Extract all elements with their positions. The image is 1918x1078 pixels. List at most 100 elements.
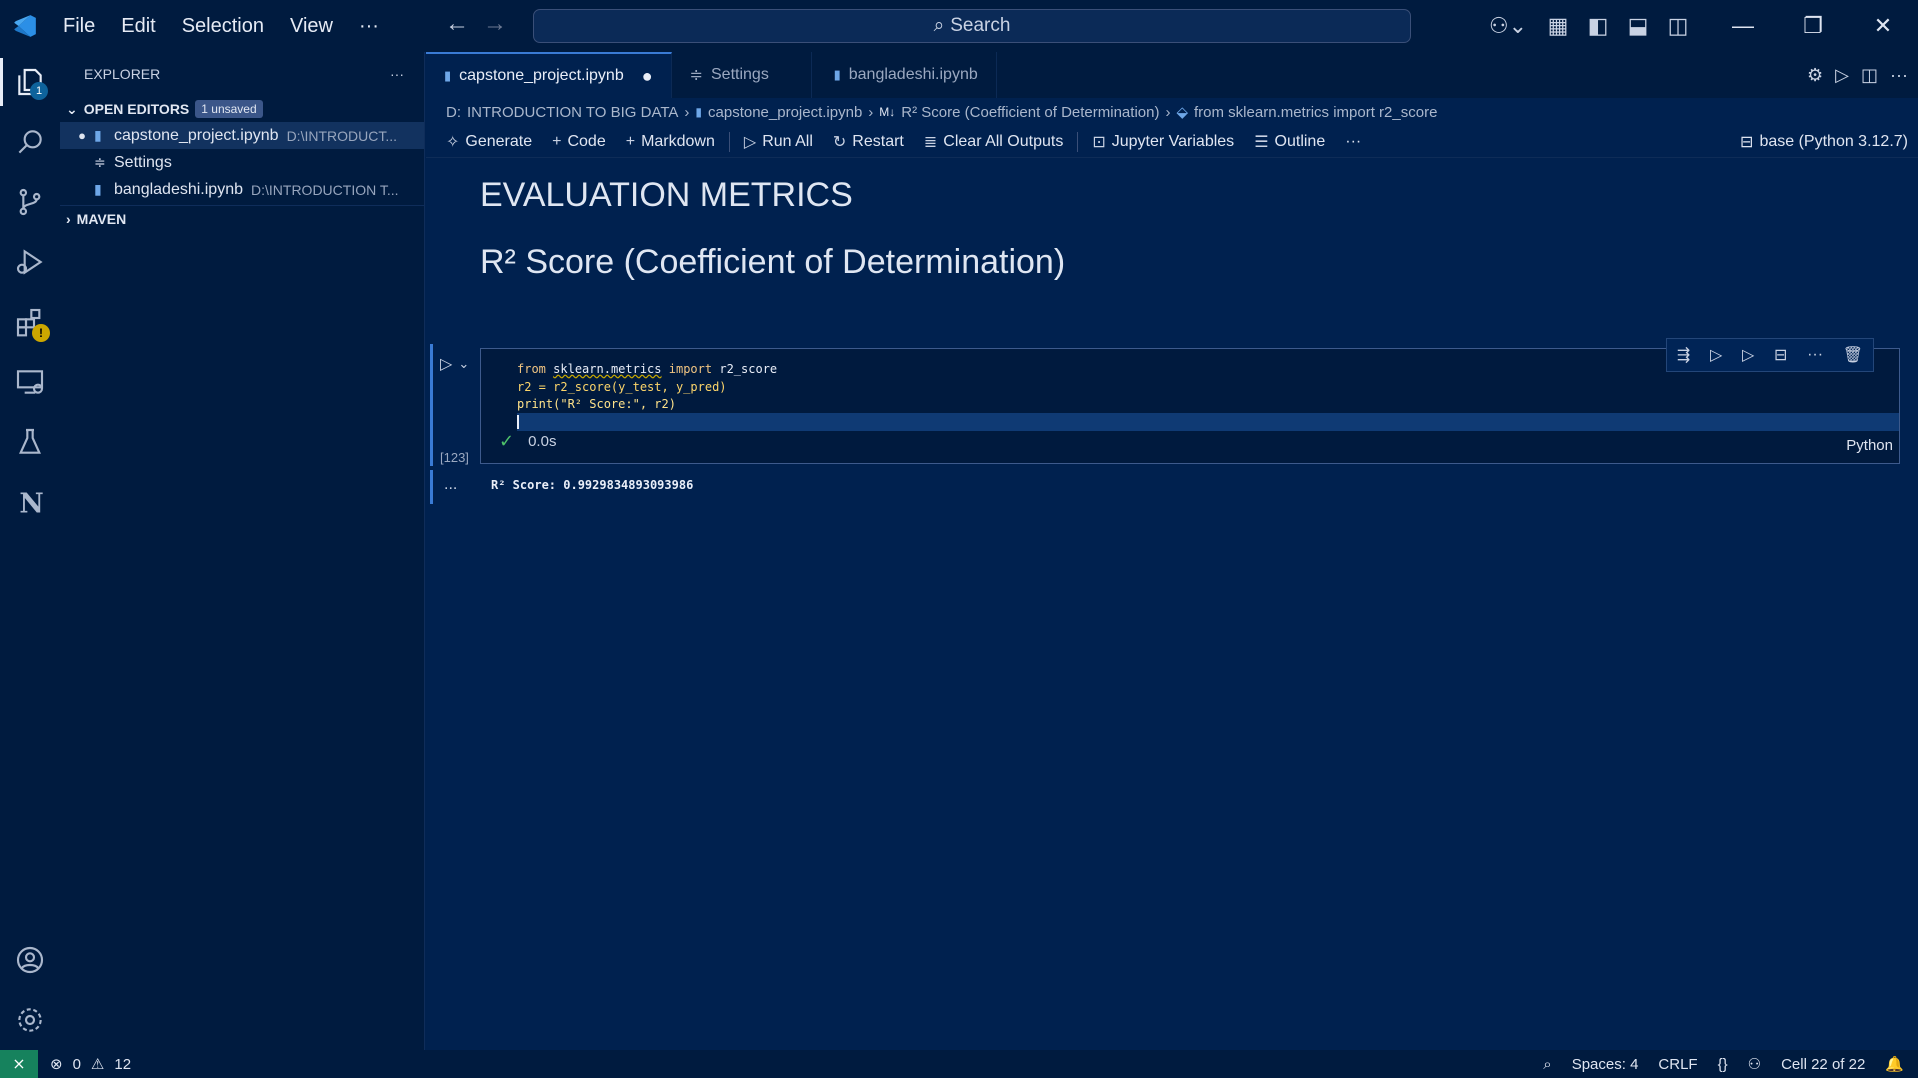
tab-capstone[interactable]: ▮ capstone_project.ipynb ● (426, 52, 672, 98)
close-button[interactable]: ✕ (1848, 0, 1918, 52)
cell-position[interactable]: Cell 22 of 22 (1781, 1056, 1865, 1073)
kernel-settings-icon[interactable]: ⚙ (1807, 65, 1823, 86)
kernel-picker[interactable]: ⊟ base (Python 3.12.7) (1740, 126, 1908, 158)
explorer-badge: 1 (30, 82, 48, 100)
warning-count[interactable]: 12 (114, 1056, 131, 1073)
file-name: bangladeshi.ipynb (114, 180, 243, 198)
breadcrumb-section[interactable]: R² Score (Coefficient of Determination) (901, 104, 1159, 121)
menu-file[interactable]: File (50, 0, 108, 52)
error-count[interactable]: 0 (73, 1056, 81, 1073)
restore-button[interactable]: ❐ (1778, 0, 1848, 52)
tab-bangladeshi[interactable]: ▮ bangladeshi.ipynb (812, 52, 997, 98)
breadcrumb-folder[interactable]: INTRODUCTION TO BIG DATA (467, 104, 678, 121)
run-icon[interactable]: ▷ (1835, 65, 1849, 86)
cell-language[interactable]: Python (1846, 437, 1893, 454)
forward-arrow-icon[interactable]: → (483, 10, 507, 38)
braces-icon[interactable]: {} (1718, 1056, 1728, 1073)
search-icon: ⌕ (933, 15, 945, 36)
copilot-icon[interactable]: ⚇⌄ (1478, 0, 1538, 52)
indentation-status[interactable]: Spaces: 4 (1572, 1056, 1639, 1073)
breadcrumb-drive[interactable]: D: (446, 104, 461, 121)
add-code-button[interactable]: + Code (542, 133, 616, 151)
run-by-line-icon[interactable]: ⇶ (1677, 345, 1690, 365)
split-cell-icon[interactable]: ⊟ (1774, 345, 1787, 365)
zoom-icon[interactable]: ⌕ (1543, 1056, 1551, 1073)
tab-settings[interactable]: ≑ Settings (672, 52, 812, 98)
modified-dot-icon[interactable]: ● (642, 66, 653, 87)
restart-button[interactable]: ↻ Restart (823, 132, 914, 152)
cell-more-icon[interactable]: ··· (1807, 346, 1823, 364)
cell-focus-bar (430, 344, 433, 466)
outline-button[interactable]: ☰ Outline (1244, 132, 1335, 152)
accounts-icon[interactable] (0, 930, 60, 990)
toggle-panel-icon[interactable]: ⬓ (1618, 0, 1658, 52)
sparkle-icon: ✧ (446, 133, 460, 151)
chevron-right-icon: › (684, 103, 690, 121)
maven-section[interactable]: › MAVEN (60, 205, 424, 231)
open-editor-item[interactable]: ● ▮ capstone_project.ipynb D:\INTRODUCT.… (60, 122, 424, 149)
tab-label: capstone_project.ipynb (459, 67, 624, 84)
split-editor-icon[interactable]: ◫ (1861, 65, 1878, 86)
run-all-button[interactable]: ▷ Run All (734, 132, 823, 152)
output-focus-bar (430, 470, 433, 504)
check-icon: ✓ (499, 431, 515, 451)
menu-selection[interactable]: Selection (169, 0, 277, 52)
notebook-file-icon: ▮ (695, 105, 703, 119)
customize-layout-icon[interactable]: ▦ (1538, 0, 1578, 52)
source-control-icon[interactable] (0, 172, 60, 232)
notion-n-icon[interactable]: N (0, 472, 60, 532)
error-icon[interactable]: ⊗ (50, 1055, 63, 1073)
explorer-more-icon[interactable]: ··· (390, 66, 404, 82)
chevron-down-icon[interactable]: ⌄ (458, 356, 469, 372)
title-bar: File Edit Selection View ··· ← → ⌕ Searc… (0, 0, 1918, 52)
editor-more-icon[interactable]: ··· (1890, 65, 1908, 86)
open-editors-section[interactable]: ⌄ OPEN EDITORS 1 unsaved (60, 96, 424, 122)
copilot-status-icon[interactable]: ⚇ (1748, 1055, 1761, 1073)
toolbar-more-button[interactable]: ··· (1335, 133, 1371, 151)
markdown-label: Markdown (641, 132, 715, 150)
generate-button[interactable]: ✧ Generate (436, 132, 542, 152)
remote-indicator-icon[interactable]: ⨯ (0, 1050, 38, 1078)
run-debug-icon[interactable] (0, 232, 60, 292)
execute-above-icon[interactable]: ▷ (1710, 345, 1722, 365)
add-markdown-button[interactable]: + Markdown (616, 133, 725, 151)
breadcrumb-file[interactable]: capstone_project.ipynb (708, 104, 862, 121)
chevron-right-icon: › (66, 210, 71, 227)
svg-text:N: N (19, 489, 43, 518)
status-bar: ⨯ ⊗ 0 ⚠ 12 ⌕ Spaces: 4 CRLF {} ⚇ Cell 22… (0, 1050, 1918, 1078)
breadcrumb-symbol[interactable]: from sklearn.metrics import r2_score (1194, 104, 1437, 121)
code-token: import (668, 362, 713, 376)
back-arrow-icon[interactable]: ← (445, 10, 469, 38)
delete-cell-icon[interactable]: 🗑 (1843, 345, 1863, 365)
toggle-secondary-sidebar-icon[interactable]: ◫ (1658, 0, 1698, 52)
settings-file-icon: ≑ (689, 67, 703, 84)
output-more-button[interactable]: ... (444, 476, 457, 494)
code-editor[interactable]: from sklearn.metrics import r2_score r2 … (517, 361, 777, 414)
vscode-logo-icon (0, 0, 50, 52)
code-token: sklearn.metrics (553, 362, 662, 376)
markdown-icon: M↓ (879, 105, 896, 119)
menu-view[interactable]: View (277, 0, 346, 52)
search-sidebar-icon[interactable] (0, 112, 60, 172)
remote-explorer-icon[interactable] (0, 352, 60, 412)
notifications-bell-icon[interactable]: 🔔 (1885, 1055, 1904, 1073)
tab-bar: ▮ capstone_project.ipynb ● ≑ Settings ▮ … (426, 52, 1918, 98)
extensions-icon[interactable]: ! (0, 292, 60, 352)
minimize-button[interactable]: — (1708, 0, 1778, 52)
eol-status[interactable]: CRLF (1658, 1056, 1697, 1073)
explorer-icon[interactable]: 1 (0, 52, 60, 112)
run-cell-button[interactable]: ▷ ⌄ (440, 354, 469, 374)
menu-edit[interactable]: Edit (108, 0, 168, 52)
jupyter-variables-button[interactable]: ⊡ Jupyter Variables (1082, 132, 1244, 152)
toggle-sidebar-icon[interactable]: ◧ (1578, 0, 1618, 52)
search-box[interactable]: ⌕ Search (533, 9, 1411, 43)
clear-outputs-button[interactable]: ≣ Clear All Outputs (914, 132, 1073, 152)
execute-below-icon[interactable]: ▷ (1742, 345, 1754, 365)
open-editor-item[interactable]: ≑ Settings (60, 149, 424, 176)
unsaved-dot-icon[interactable]: ● (60, 128, 94, 143)
manage-gear-icon[interactable] (0, 990, 60, 1050)
warning-icon[interactable]: ⚠ (91, 1055, 104, 1073)
testing-icon[interactable] (0, 412, 60, 472)
menu-more[interactable]: ··· (346, 0, 392, 52)
open-editor-item[interactable]: ▮ bangladeshi.ipynb D:\INTRODUCTION T... (60, 176, 424, 203)
